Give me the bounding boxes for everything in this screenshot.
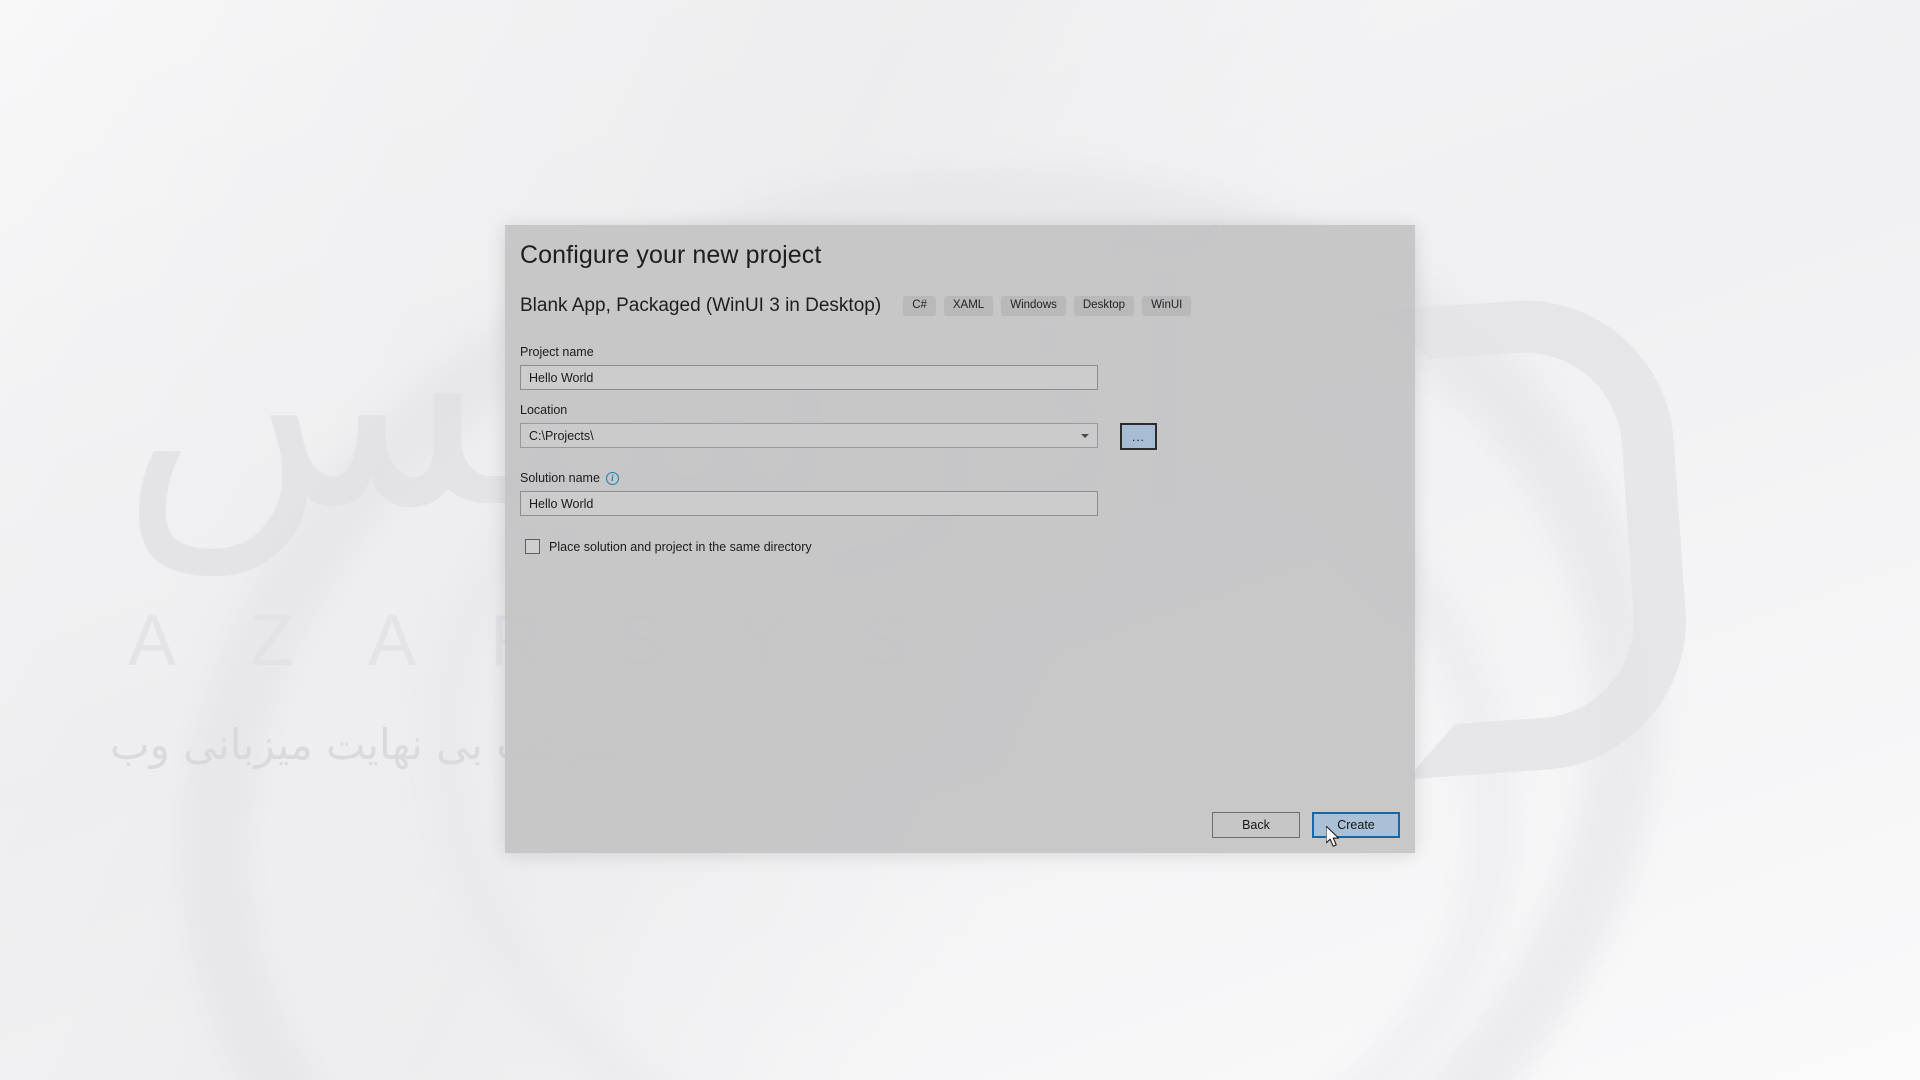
project-name-input[interactable]: Hello World [520,365,1098,390]
solution-name-field-group: Solution name i Hello World [520,471,1098,516]
tag-framework: WinUI [1142,295,1192,317]
solution-name-label-row: Solution name i [520,471,1098,485]
dialog-footer: Back Create [1212,812,1400,838]
location-label: Location [520,403,568,417]
create-button[interactable]: Create [1312,812,1400,838]
page-title: Configure your new project [520,241,822,269]
same-directory-checkbox[interactable] [525,539,540,554]
tag-project-type: Desktop [1073,295,1135,317]
template-name: Blank App, Packaged (WinUI 3 in Desktop) [520,295,882,316]
location-combobox[interactable]: C:\Projects\ [520,423,1098,448]
browse-folder-button[interactable]: ... [1120,423,1157,450]
solution-name-label: Solution name [520,471,600,485]
configure-project-dialog: Configure your new project Blank App, Pa… [505,225,1415,853]
project-name-label: Project name [520,345,594,359]
back-button[interactable]: Back [1212,812,1300,838]
location-combo-wrap: C:\Projects\ ... [520,423,1157,450]
tag-language: C# [903,295,936,317]
same-directory-checkbox-row[interactable]: Place solution and project in the same d… [525,539,812,554]
location-field-group: Location C:\Projects\ ... [520,403,1157,450]
template-summary-row: Blank App, Packaged (WinUI 3 in Desktop)… [520,295,1192,317]
info-icon[interactable]: i [605,471,619,485]
solution-name-input[interactable]: Hello World [520,491,1098,516]
watermark-logo-mark [1373,290,1697,780]
tag-platform: Windows [1001,295,1066,317]
tag-markup: XAML [943,295,994,317]
project-name-field-group: Project name Hello World [520,345,1098,390]
same-directory-label: Place solution and project in the same d… [549,539,812,554]
template-tag-list: C# XAML Windows Desktop WinUI [903,295,1192,317]
desktop-background: آذرسیس AZARSYS سرعت بی نهایت میزبانی وب … [0,0,1920,1080]
